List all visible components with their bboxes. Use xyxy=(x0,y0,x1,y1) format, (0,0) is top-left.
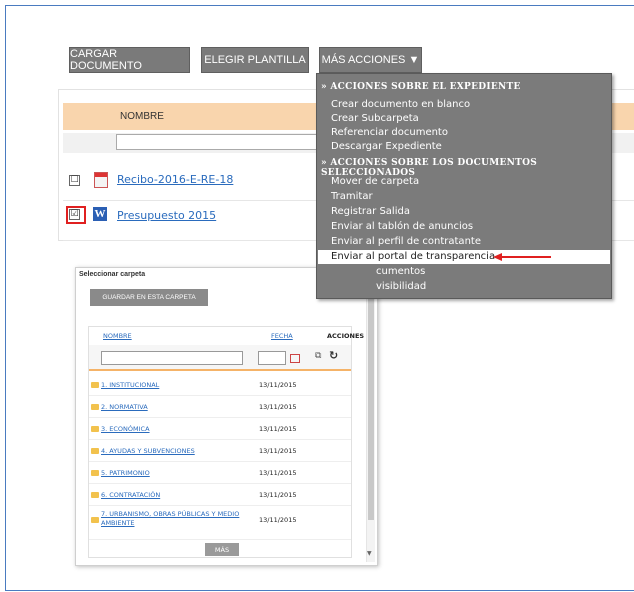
dialog-title: Seleccionar carpeta xyxy=(79,271,146,278)
menu-item-bulletin-board[interactable]: Enviar al tablón de anuncios xyxy=(331,221,473,232)
menu-item-move-folder[interactable]: Mover de carpeta xyxy=(331,176,419,187)
folder-link[interactable]: 3. ECONÓMICA xyxy=(101,425,150,433)
choose-template-button[interactable]: ELEGIR PLANTILLA xyxy=(201,47,309,73)
sort-date-link[interactable]: FECHA xyxy=(271,332,293,340)
menu-item-download-record[interactable]: Descargar Expediente xyxy=(331,141,442,152)
folder-row[interactable]: 7. URBANISMO, OBRAS PÚBLICAS Y MEDIO AMB… xyxy=(89,505,351,540)
select-folder-dialog: Seleccionar carpeta × GUARDAR EN ESTA CA… xyxy=(75,267,378,566)
folder-row[interactable]: 4. AYUDAS Y SUBVENCIONES 13/11/2015 xyxy=(89,439,351,462)
checkbox-highlight xyxy=(66,206,86,224)
menu-section-header: » ACCIONES SOBRE EL EXPEDIENTE xyxy=(321,82,521,92)
folder-date: 13/11/2015 xyxy=(259,425,297,433)
name-filter-input[interactable] xyxy=(116,134,348,150)
menu-item-label: Enviar al portal de transparencia xyxy=(331,251,496,262)
menu-item-process[interactable]: Tramitar xyxy=(331,191,373,202)
folder-link[interactable]: 6. CONTRATACIÓN xyxy=(101,491,160,499)
folder-table-header: NOMBRE FECHA ACCIONES xyxy=(89,329,364,343)
red-arrow-annotation xyxy=(493,253,551,261)
folder-icon xyxy=(91,492,99,498)
menu-section-header: » ACCIONES SOBRE LOS DOCUMENTOS SELECCIO… xyxy=(321,158,538,178)
folder-icon xyxy=(91,448,99,454)
folder-link[interactable]: 5. PATRIMONIO xyxy=(101,469,150,477)
document-link[interactable]: Presupuesto 2015 xyxy=(117,209,216,222)
menu-item-register-exit[interactable]: Registrar Salida xyxy=(331,206,410,217)
folder-date: 13/11/2015 xyxy=(259,491,297,499)
refresh-icon[interactable]: ↻ xyxy=(329,349,338,362)
dialog-scrollbar[interactable]: ▲ ▼ xyxy=(366,284,375,562)
folder-icon xyxy=(91,426,99,432)
folder-row[interactable]: 3. ECONÓMICA 13/11/2015 xyxy=(89,417,351,440)
scrollbar-thumb[interactable] xyxy=(368,298,374,520)
folder-icon xyxy=(91,517,99,523)
menu-item-create-subfolder[interactable]: Crear Subcarpeta xyxy=(331,113,419,124)
word-icon: W xyxy=(93,207,107,221)
pdf-icon xyxy=(94,172,108,188)
menu-item-visibility[interactable]: visibilidad xyxy=(376,281,426,292)
menu-item-contractor-profile[interactable]: Enviar al perfil de contratante xyxy=(331,236,481,247)
filter-icon[interactable]: ⧉ xyxy=(315,351,321,361)
more-actions-button[interactable]: MÁS ACCIONES ▼ xyxy=(319,47,422,73)
folder-icon xyxy=(91,382,99,388)
folder-date: 13/11/2015 xyxy=(259,469,297,477)
folder-row[interactable]: 1. INSTITUCIONAL 13/11/2015 xyxy=(89,373,351,396)
upload-document-button[interactable]: CARGAR DOCUMENTO xyxy=(69,47,190,73)
folder-icon xyxy=(91,404,99,410)
folder-date: 13/11/2015 xyxy=(259,381,297,389)
menu-item-documents[interactable]: cumentos xyxy=(376,266,425,277)
folder-name-filter[interactable] xyxy=(101,351,243,365)
menu-item-create-blank[interactable]: Crear documento en blanco xyxy=(331,99,470,110)
more-actions-menu: » ACCIONES SOBRE EL EXPEDIENTE Crear doc… xyxy=(316,73,612,299)
folder-icon xyxy=(91,470,99,476)
folder-link-continued[interactable]: AMBIENTE xyxy=(101,519,134,527)
folder-date: 13/11/2015 xyxy=(259,516,297,524)
folder-row[interactable]: 2. NORMATIVA 13/11/2015 xyxy=(89,395,351,418)
menu-item-reference-document[interactable]: Referenciar documento xyxy=(331,127,448,138)
save-in-folder-button[interactable]: GUARDAR EN ESTA CARPETA xyxy=(90,289,208,306)
document-link[interactable]: Recibo-2016-E-RE-18 xyxy=(117,173,233,186)
folder-link[interactable]: 7. URBANISMO, OBRAS PÚBLICAS Y MEDIO xyxy=(101,510,239,518)
folder-date: 13/11/2015 xyxy=(259,447,297,455)
actions-header: ACCIONES xyxy=(327,332,365,340)
sort-name-link[interactable]: NOMBRE xyxy=(103,332,132,340)
folder-date: 13/11/2015 xyxy=(259,403,297,411)
scroll-down-icon[interactable]: ▼ xyxy=(367,550,372,557)
calendar-icon[interactable] xyxy=(290,354,300,363)
folder-row[interactable]: 6. CONTRATACIÓN 13/11/2015 xyxy=(89,483,351,506)
row-checkbox[interactable]: ☐ xyxy=(69,175,80,186)
folder-filter-row: ⧉ ↻ xyxy=(89,345,351,371)
more-button[interactable]: MÁS xyxy=(205,543,239,556)
folder-date-filter[interactable] xyxy=(258,351,286,365)
folder-link[interactable]: 2. NORMATIVA xyxy=(101,403,148,411)
folder-link[interactable]: 4. AYUDAS Y SUBVENCIONES xyxy=(101,447,195,455)
folder-row[interactable]: 5. PATRIMONIO 13/11/2015 xyxy=(89,461,351,484)
folder-link[interactable]: 1. INSTITUCIONAL xyxy=(101,381,159,389)
menu-item-transparency-portal[interactable]: Enviar al portal de transparencia xyxy=(318,250,610,264)
column-name-header[interactable]: NOMBRE xyxy=(120,111,164,122)
